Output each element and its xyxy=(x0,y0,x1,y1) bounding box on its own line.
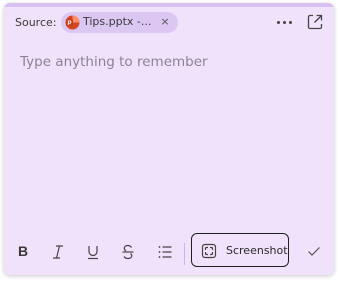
underline-button[interactable] xyxy=(80,239,106,265)
italic-button[interactable] xyxy=(45,239,71,265)
sticky-note: Source: P Tips.pptx -... × Type anything… xyxy=(4,3,334,275)
strikethrough-button[interactable] xyxy=(115,239,141,265)
bold-icon: B xyxy=(18,243,29,259)
bold-button[interactable]: B xyxy=(10,239,36,265)
bulleted-list-icon xyxy=(158,246,172,258)
svg-text:P: P xyxy=(67,21,71,27)
strikethrough-icon xyxy=(122,244,134,260)
underline-icon xyxy=(88,246,98,260)
formatting-toolbar: B Screenshot xyxy=(4,233,334,275)
checkmark-icon xyxy=(308,247,320,256)
screenshot-button[interactable]: Screenshot xyxy=(191,233,289,267)
source-label: Source: xyxy=(15,16,57,29)
toolbar-divider xyxy=(184,243,185,265)
screenshot-icon xyxy=(201,243,217,259)
source-chip-label: Tips.pptx -... xyxy=(83,15,152,28)
more-options-icon[interactable] xyxy=(276,12,294,32)
powerpoint-icon: P xyxy=(65,15,80,30)
italic-icon xyxy=(53,245,63,259)
note-header: Source: P Tips.pptx -... × xyxy=(4,3,334,41)
open-in-new-window-icon[interactable] xyxy=(306,13,324,31)
source-chip[interactable]: P Tips.pptx -... × xyxy=(61,12,178,33)
note-text-input[interactable]: Type anything to remember xyxy=(20,54,208,70)
bulleted-list-button[interactable] xyxy=(152,239,178,265)
remove-source-icon[interactable]: × xyxy=(158,14,172,30)
screenshot-label: Screenshot xyxy=(226,244,288,257)
done-button[interactable] xyxy=(303,240,325,262)
